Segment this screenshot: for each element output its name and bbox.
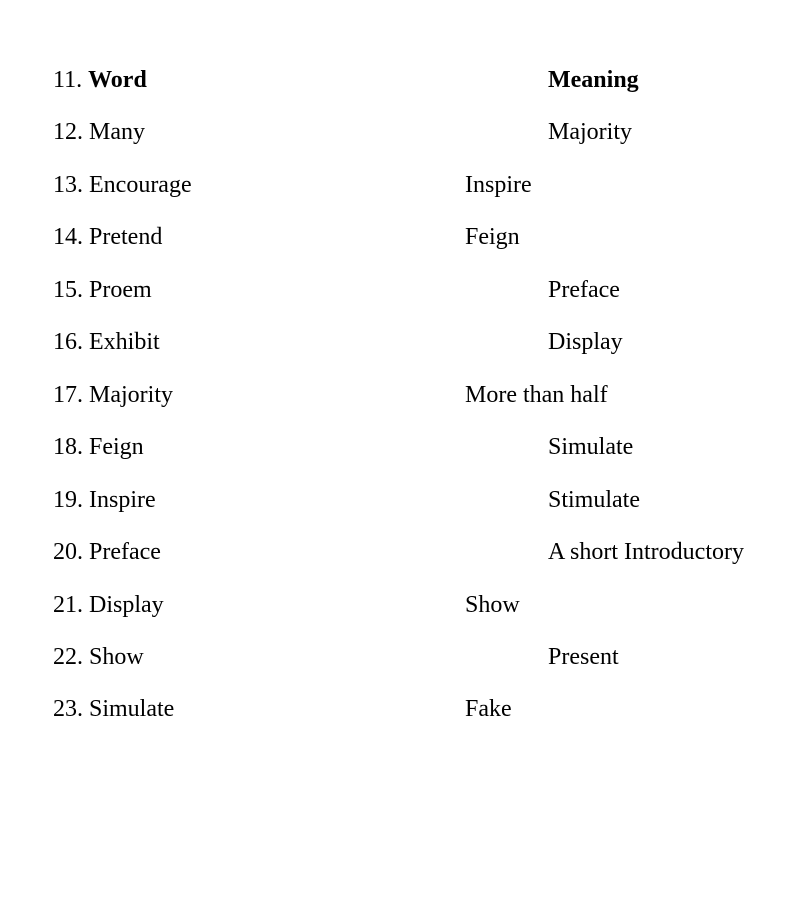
table-row: 23. Simulate Fake <box>0 695 812 747</box>
table-row: 20. Preface A short Introductory <box>0 538 812 590</box>
item-number: 17. <box>53 382 83 408</box>
meaning-text: Inspire <box>465 172 532 198</box>
word-text: Display <box>89 592 164 618</box>
word-text: Proem <box>89 277 152 303</box>
item-number: 13. <box>53 172 83 198</box>
word-cell: 21. Display <box>53 591 164 619</box>
word-text: Show <box>89 644 144 670</box>
word-cell: 22. Show <box>53 643 144 671</box>
item-number: 21. <box>53 592 83 618</box>
word-cell: 15. Proem <box>53 276 152 304</box>
word-text: Inspire <box>89 487 156 513</box>
header-row: 11. Word Meaning <box>0 66 812 118</box>
item-number: 16. <box>53 329 83 355</box>
meaning-text: Simulate <box>548 434 634 460</box>
meaning-text: A short Introductory <box>548 539 744 565</box>
item-number: 14. <box>53 224 83 250</box>
word-cell: 20. Preface <box>53 538 161 566</box>
table-row: 15. Proem Preface <box>0 276 812 328</box>
word-cell: 11. Word <box>53 66 147 94</box>
word-text: Simulate <box>89 696 175 722</box>
word-cell: 16. Exhibit <box>53 328 160 356</box>
table-row: 12. Many Majority <box>0 118 812 170</box>
word-text: Majority <box>89 382 173 408</box>
item-number: 22. <box>53 644 83 670</box>
meaning-text: Stimulate <box>548 487 640 513</box>
item-number: 18. <box>53 434 83 460</box>
word-cell: 17. Majority <box>53 381 173 409</box>
table-row: 13. Encourage Inspire <box>0 171 812 223</box>
word-cell: 14. Pretend <box>53 223 162 251</box>
meaning-text: Feign <box>465 224 520 250</box>
table-row: 22. Show Present <box>0 643 812 695</box>
meaning-text: Present <box>548 644 619 670</box>
word-text: Exhibit <box>89 329 160 355</box>
table-row: 14. Pretend Feign <box>0 223 812 275</box>
word-cell: 18. Feign <box>53 433 144 461</box>
word-text: Feign <box>89 434 144 460</box>
meaning-text: Fake <box>465 696 512 722</box>
word-text: Encourage <box>89 172 192 198</box>
meaning-text: Display <box>548 329 623 355</box>
table-row: 17. Majority More than half <box>0 381 812 433</box>
item-number: 12. <box>53 119 83 145</box>
word-cell: 12. Many <box>53 118 145 146</box>
word-column-header: Word <box>88 67 147 93</box>
word-cell: 13. Encourage <box>53 171 192 199</box>
document-page: 11. Word Meaning 12. Many Majority 13. E… <box>0 0 812 924</box>
item-number: 19. <box>53 487 83 513</box>
table-row: 19. Inspire Stimulate <box>0 486 812 538</box>
item-number: 20. <box>53 539 83 565</box>
word-text: Pretend <box>89 224 163 250</box>
word-cell: 19. Inspire <box>53 486 156 514</box>
table-row: 21. Display Show <box>0 591 812 643</box>
meaning-text: Show <box>465 592 520 618</box>
item-number: 23. <box>53 696 83 722</box>
table-row: 18. Feign Simulate <box>0 433 812 485</box>
meaning-column-header: Meaning <box>548 67 639 93</box>
meaning-text: Majority <box>548 119 632 145</box>
meaning-text: More than half <box>465 382 608 408</box>
item-number: 15. <box>53 277 83 303</box>
table-row: 16. Exhibit Display <box>0 328 812 380</box>
meaning-text: Preface <box>548 277 620 303</box>
word-cell: 23. Simulate <box>53 695 174 723</box>
word-text: Preface <box>89 539 161 565</box>
item-number: 11. <box>53 67 83 93</box>
word-text: Many <box>89 119 145 145</box>
